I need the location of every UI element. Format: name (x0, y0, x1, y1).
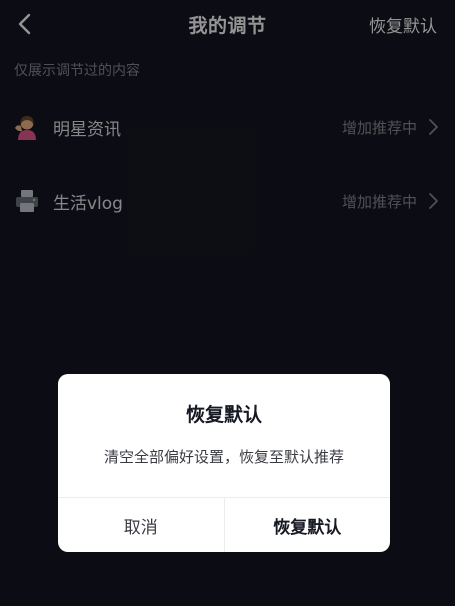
dialog-message: 清空全部偏好设置，恢复至默认推荐 (103, 448, 344, 466)
confirm-reset-button[interactable]: 恢复默认 (225, 498, 391, 552)
dialog-title: 恢复默认 (185, 404, 262, 426)
reset-confirm-dialog: 恢复默认 清空全部偏好设置，恢复至默认推荐 取消 恢复默认 (58, 374, 390, 552)
dialog-actions: 取消 恢复默认 (58, 497, 390, 552)
cancel-button[interactable]: 取消 (58, 498, 225, 552)
